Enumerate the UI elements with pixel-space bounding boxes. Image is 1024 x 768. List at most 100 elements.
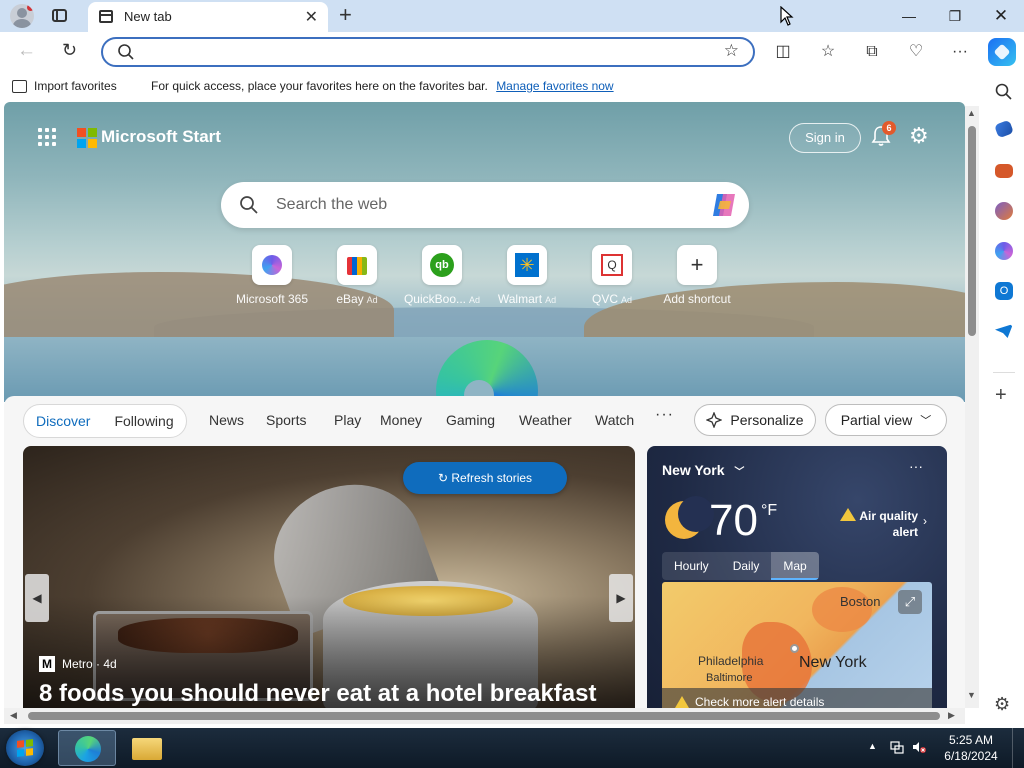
ad-badge: Ad <box>545 295 557 305</box>
sidebar-search-icon[interactable] <box>994 82 1014 102</box>
clock-date: 6/18/2024 <box>944 749 998 763</box>
settings-and-more-icon[interactable]: ··· <box>949 41 971 63</box>
shortcut-microsoft365[interactable]: Microsoft 365 <box>230 245 314 306</box>
sidebar-add-icon[interactable]: + <box>995 384 1007 407</box>
copilot-icon[interactable] <box>988 38 1016 66</box>
show-hidden-icons-arrow[interactable]: ▲ <box>868 741 877 751</box>
sidebar-drop-icon[interactable] <box>995 324 1013 338</box>
nav-play[interactable]: Play <box>334 412 361 428</box>
nav-money[interactable]: Money <box>380 412 422 428</box>
split-screen-icon[interactable]: ◫ <box>772 41 794 63</box>
tab-discover[interactable]: Discover <box>36 413 90 429</box>
personalize-button[interactable]: Personalize <box>694 404 816 436</box>
expand-map-icon[interactable]: ⤢ <box>898 590 922 614</box>
import-icon <box>12 79 27 93</box>
minimize-button[interactable]: — <box>886 4 932 28</box>
new-tab-button[interactable]: + <box>339 2 352 28</box>
close-tab-icon[interactable]: ✕ <box>305 7 318 27</box>
tab-actions-icon[interactable] <box>52 9 67 22</box>
horizontal-scroll-thumb[interactable] <box>28 712 940 720</box>
profile-avatar[interactable] <box>10 4 34 28</box>
sidebar-microsoft365-icon[interactable] <box>995 242 1013 260</box>
taskbar-edge-button[interactable] <box>58 730 116 766</box>
collections-icon[interactable]: ⧉ <box>861 41 883 63</box>
vertical-scroll-thumb[interactable] <box>968 126 976 336</box>
refresh-button[interactable]: ↻ <box>62 40 77 61</box>
close-window-button[interactable]: ✕ <box>978 4 1024 28</box>
carousel-prev-button[interactable]: ◀ <box>25 574 49 622</box>
air-quality-alert[interactable]: Air quality alert <box>842 508 918 540</box>
weather-tab-daily[interactable]: Daily <box>721 552 772 580</box>
quickbooks-icon: qb <box>422 245 462 285</box>
page-settings-gear-icon[interactable]: ⚙ <box>909 125 929 147</box>
nav-gaming[interactable]: Gaming <box>446 412 495 428</box>
shortcut-qvc[interactable]: Q QVC Ad <box>570 245 654 306</box>
ad-badge: Ad <box>366 295 378 305</box>
scroll-down-arrow[interactable]: ▼ <box>967 690 976 700</box>
sidebar-games-icon[interactable] <box>995 202 1013 220</box>
tab-following[interactable]: Following <box>114 413 173 429</box>
import-favorites-label: Import favorites <box>34 79 117 93</box>
nav-watch[interactable]: Watch <box>595 412 634 428</box>
shortcut-walmart[interactable]: ✳ Walmart Ad <box>485 245 569 306</box>
copilot-icon[interactable] <box>709 191 739 219</box>
restore-button[interactable]: ❐ <box>932 4 978 28</box>
search-icon <box>118 44 134 60</box>
profile-alert-dot <box>27 4 34 11</box>
notification-badge: 6 <box>882 121 896 135</box>
check-alert-details-link[interactable]: Check more alert details <box>662 688 932 708</box>
address-bar[interactable]: ☆ <box>101 37 755 67</box>
taskbar-file-explorer-button[interactable] <box>118 730 176 766</box>
weather-tab-hourly[interactable]: Hourly <box>662 552 721 580</box>
refresh-icon: ↻ <box>437 471 452 485</box>
system-clock[interactable]: 5:25 AM 6/18/2024 <box>940 732 1002 764</box>
top-story-card[interactable]: ↻ Refresh stories ◀ ▶ M Metro · 4d 8 foo… <box>23 446 635 708</box>
scroll-right-arrow[interactable]: ▶ <box>948 710 955 721</box>
shortcut-ebay[interactable]: eBay Ad <box>315 245 399 306</box>
browser-essentials-icon[interactable]: ♡ <box>905 41 927 63</box>
tab-new-tab[interactable]: New tab ✕ <box>88 2 328 32</box>
sidebar-settings-gear-icon[interactable]: ⚙ <box>994 694 1010 715</box>
search-placeholder[interactable]: Search the web <box>276 196 387 214</box>
weather-map[interactable]: Boston Philadelphia Baltimore New York ⤢… <box>662 582 932 708</box>
nav-sports[interactable]: Sports <box>266 412 306 428</box>
story-headline[interactable]: 8 foods you should never eat at a hotel … <box>39 680 596 708</box>
start-button[interactable] <box>6 730 44 766</box>
network-icon[interactable] <box>890 740 904 754</box>
sign-in-button[interactable]: Sign in <box>789 123 861 153</box>
favorites-icon[interactable]: ☆ <box>817 41 839 63</box>
nav-more-button[interactable]: ··· <box>655 406 674 424</box>
sidebar-shopping-icon[interactable] <box>994 119 1014 139</box>
partial-view-dropdown[interactable]: Partial view ﹀ <box>825 404 947 436</box>
scroll-left-arrow[interactable]: ◀ <box>10 710 17 721</box>
nav-news[interactable]: News <box>209 412 244 428</box>
weather-tab-map[interactable]: Map <box>771 552 819 580</box>
back-button[interactable]: ← <box>17 40 36 62</box>
chevron-down-icon: ﹀ <box>734 467 745 478</box>
scroll-up-arrow[interactable]: ▲ <box>967 108 976 118</box>
vertical-scrollbar[interactable]: ▲ ▼ <box>965 106 979 708</box>
web-search-box[interactable]: Search the web <box>221 182 749 228</box>
carousel-next-button[interactable]: ▶ <box>609 574 633 622</box>
chevron-right-icon[interactable]: › <box>923 514 927 528</box>
sidebar-outlook-icon[interactable]: O <box>995 282 1013 300</box>
show-desktop-button[interactable] <box>1012 728 1024 768</box>
manage-favorites-link[interactable]: Manage favorites now <box>496 79 613 93</box>
shortcut-label: QVC <box>591 292 618 306</box>
add-favorite-star-icon[interactable]: ☆ <box>724 41 739 61</box>
import-favorites-button[interactable]: Import favorites <box>12 79 117 93</box>
weather-location-dropdown[interactable]: New York ﹀ <box>662 462 744 478</box>
brand-title[interactable]: Microsoft Start <box>101 127 221 147</box>
shortcut-add[interactable]: + Add shortcut <box>655 245 739 306</box>
weather-more-options[interactable]: ··· <box>909 458 923 474</box>
app-launcher-icon[interactable] <box>38 128 56 146</box>
nav-weather[interactable]: Weather <box>519 412 572 428</box>
refresh-stories-button[interactable]: ↻ Refresh stories <box>403 462 567 494</box>
volume-muted-icon[interactable] <box>912 740 926 754</box>
shortcut-quickbooks[interactable]: qb QuickBoo... Ad <box>400 245 484 306</box>
sidebar-divider <box>993 372 1015 373</box>
horizontal-scrollbar[interactable]: ◀ ▶ <box>4 708 965 724</box>
feed-segment-control: Discover Following <box>23 404 187 438</box>
map-label-philadelphia: Philadelphia <box>698 654 764 668</box>
sidebar-tools-icon[interactable] <box>995 164 1013 178</box>
